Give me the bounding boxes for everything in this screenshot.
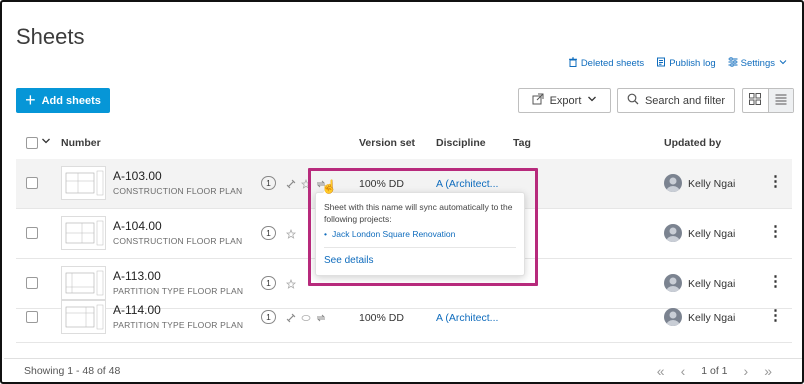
chevron-down-icon[interactable]	[41, 136, 51, 149]
updated-by-user: Kelly Ngai	[688, 178, 736, 190]
first-page-icon[interactable]: «	[657, 363, 665, 379]
add-sheets-button[interactable]: + Add sheets	[16, 88, 110, 113]
link-icon[interactable]	[286, 176, 296, 194]
trash-icon	[568, 57, 578, 70]
version-count-badge[interactable]: 1	[261, 226, 276, 240]
row-icons	[286, 310, 326, 328]
page-title: Sheets	[16, 24, 85, 49]
sheet-number: A-114.00	[113, 303, 161, 317]
popover-divider	[324, 247, 516, 248]
last-page-icon[interactable]: »	[764, 363, 772, 379]
version-count-badge[interactable]: 1	[261, 276, 276, 290]
updated-by-user: Kelly Ngai	[688, 228, 736, 240]
sheet-title: CONSTRUCTION FLOOR PLAN	[113, 186, 243, 196]
page-info: 1 of 1	[701, 365, 728, 377]
updated-by-user: Kelly Ngai	[688, 278, 736, 290]
avatar	[664, 308, 682, 326]
row-checkbox[interactable]	[26, 311, 38, 323]
export-label: Export	[549, 94, 582, 107]
sheet-number: A-104.00	[113, 219, 162, 233]
settings-menu[interactable]: Settings	[728, 57, 788, 70]
table-header: Number Version set Discipline Tag Update…	[16, 132, 792, 154]
chevron-down-icon	[587, 94, 597, 107]
row-icons	[285, 276, 297, 294]
sheet-number: A-103.00	[113, 169, 162, 183]
more-options-icon[interactable]: ⋮	[768, 308, 783, 323]
search-and-filter-label: Search and filter	[644, 94, 726, 107]
synced-project-name: Jack London Square Renovation	[331, 229, 456, 239]
sheet-number: A-113.00	[113, 269, 161, 283]
table-row[interactable]: A-114.00 PARTITION TYPE FLOOR PLAN 1 100…	[16, 293, 792, 343]
markup-icon[interactable]	[285, 276, 297, 294]
previous-page-icon[interactable]: ‹	[681, 363, 686, 379]
search-and-filter-button[interactable]: Search and filter	[617, 88, 735, 113]
row-checkbox[interactable]	[26, 177, 38, 189]
column-discipline[interactable]: Discipline	[436, 137, 486, 149]
sheet-title: CONSTRUCTION FLOOR PLAN	[113, 236, 243, 246]
version-count-badge[interactable]: 1	[261, 310, 276, 324]
link-icon[interactable]	[286, 310, 296, 328]
sheet-thumbnail[interactable]	[61, 216, 106, 250]
showing-count: Showing 1 - 48 of 48	[24, 365, 121, 377]
markup-icon[interactable]	[301, 310, 311, 328]
column-updated-by[interactable]: Updated by	[664, 137, 721, 149]
deleted-sheets-link[interactable]: Deleted sheets	[568, 57, 644, 70]
sheets-window: Sheets Deleted sheets Publish log Settin…	[0, 0, 804, 384]
publish-log-label: Publish log	[669, 58, 716, 69]
discipline-link[interactable]: A (Architect...	[436, 312, 498, 324]
more-options-icon[interactable]: ⋮	[768, 274, 783, 289]
column-version-set[interactable]: Version set	[359, 137, 415, 149]
sheet-thumbnail[interactable]	[61, 300, 106, 334]
export-button[interactable]: Export	[518, 88, 611, 113]
grid-view-button[interactable]	[743, 89, 768, 112]
sheet-thumbnail[interactable]	[61, 166, 106, 200]
grid-icon	[749, 92, 762, 110]
row-checkbox[interactable]	[26, 227, 38, 239]
see-details-link[interactable]: See details	[324, 255, 373, 266]
sync-info-popover: Sheet with this name will sync automatic…	[315, 186, 525, 276]
version-set: 100% DD	[359, 312, 404, 324]
avatar	[664, 224, 682, 242]
plus-icon: +	[25, 89, 36, 110]
popover-message: Sheet with this name will sync automatic…	[324, 202, 513, 224]
column-tag[interactable]: Tag	[513, 137, 531, 149]
sync-icon[interactable]	[316, 310, 326, 328]
top-links: Deleted sheets Publish log Settings	[568, 57, 788, 70]
more-options-icon[interactable]: ⋮	[768, 174, 783, 189]
add-sheets-label: Add sheets	[41, 94, 101, 107]
synced-project-link[interactable]: • Jack London Square Renovation	[324, 229, 455, 239]
pagination: « ‹ 1 of 1 › »	[657, 363, 772, 379]
markup-icon[interactable]	[300, 176, 312, 194]
discipline-link[interactable]: A (Architect...	[436, 178, 498, 190]
sheet-title: PARTITION TYPE FLOOR PLAN	[113, 320, 244, 330]
hand-cursor-icon: ☝	[321, 179, 338, 194]
list-icon	[775, 92, 787, 110]
updated-by-user: Kelly Ngai	[688, 312, 736, 324]
publish-log-icon	[656, 57, 666, 70]
chevron-down-icon	[778, 57, 788, 70]
avatar	[664, 274, 682, 292]
search-icon	[627, 93, 639, 108]
view-toggle	[742, 88, 794, 113]
settings-label: Settings	[740, 58, 775, 69]
list-view-button[interactable]	[767, 89, 793, 112]
version-set: 100% DD	[359, 178, 404, 190]
more-options-icon[interactable]: ⋮	[768, 224, 783, 239]
avatar	[664, 174, 682, 192]
select-all-checkbox[interactable]	[26, 137, 38, 149]
table-footer: Showing 1 - 48 of 48 « ‹ 1 of 1 › »	[4, 358, 802, 382]
export-icon	[532, 93, 544, 108]
markup-icon[interactable]	[285, 226, 297, 244]
settings-sliders-icon	[728, 57, 738, 70]
next-page-icon[interactable]: ›	[744, 363, 749, 379]
bullet-icon: •	[324, 229, 327, 239]
row-icons	[285, 226, 297, 244]
column-number[interactable]: Number	[61, 137, 101, 149]
deleted-sheets-label: Deleted sheets	[580, 58, 645, 69]
publish-log-link[interactable]: Publish log	[656, 57, 716, 70]
version-count-badge[interactable]: 1	[261, 176, 276, 190]
row-checkbox[interactable]	[26, 277, 38, 289]
